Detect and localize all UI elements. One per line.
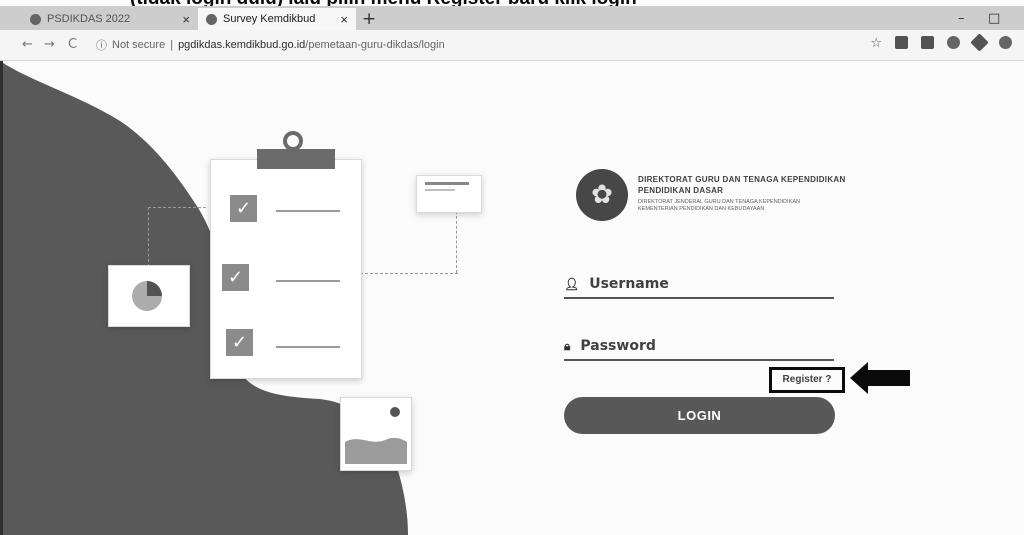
close-tab-icon[interactable]: × — [340, 12, 348, 27]
lock-icon: 🔒︎ — [564, 338, 571, 353]
org-title-line2: PENDIDIKAN DASAR — [638, 186, 724, 195]
connector-line — [456, 211, 457, 273]
password-placeholder: Password — [580, 338, 656, 354]
user-icon: 👤︎ — [564, 277, 580, 291]
url-path: /pemetaan-guru-dikdas/login — [305, 39, 445, 51]
profile-icon[interactable] — [999, 36, 1012, 49]
org-subtitle-line2: KEMENTERIAN PENDIDIKAN DAN KEBUDAYAAN — [638, 206, 765, 212]
tut-wuri-logo: ✿ — [576, 169, 628, 221]
text-line — [276, 337, 340, 348]
favicon-icon — [30, 13, 41, 25]
security-label: Not secure — [112, 39, 166, 51]
reload-button[interactable]: C — [68, 37, 77, 52]
forward-button[interactable]: → — [44, 37, 55, 52]
org-subtitle-line1: DIREKTORAT JENDERAL GURU DAN TENAGA KEPE… — [638, 199, 800, 205]
minimize-icon[interactable]: – — [958, 11, 965, 26]
tab-label: Survey Kemdikbud — [223, 13, 316, 25]
clipboard-ring — [283, 131, 303, 151]
doc-line — [425, 182, 469, 185]
new-tab-button[interactable]: + — [362, 9, 376, 29]
document-card — [416, 175, 482, 213]
login-page: ✓ ✓ ✓ ✿ DIREKTORAT GURU DAN TENAGA KEPEN… — [0, 61, 1024, 535]
bookmark-star-icon[interactable]: ☆ — [870, 36, 882, 51]
connector-line — [360, 273, 458, 274]
password-field[interactable]: 🔒︎ Password — [564, 333, 834, 361]
info-icon[interactable]: ⓘ — [96, 37, 107, 53]
url-host: pgdikdas.kemdikbud.go.id — [178, 39, 306, 51]
text-line — [276, 201, 340, 212]
pie-chart-icon — [132, 281, 162, 311]
save-icon[interactable] — [921, 36, 934, 49]
sync-icon[interactable] — [947, 36, 960, 49]
tab-label: PSDIKDAS 2022 — [47, 13, 131, 25]
register-link[interactable]: Register ? — [769, 367, 845, 393]
clipboard-clip — [257, 149, 335, 169]
picture-icon — [345, 407, 407, 464]
doc-line — [425, 189, 455, 191]
connector-line — [148, 207, 206, 208]
checkbox-icon: ✓ — [230, 195, 257, 222]
username-field[interactable]: 👤︎ Username — [564, 271, 834, 299]
checkbox-icon: ✓ — [226, 329, 253, 356]
tab-survey-kemdikbud[interactable]: Survey Kemdikbud × — [198, 8, 356, 30]
url-field[interactable]: ⓘ Not secure | pgdikdas.kemdikbud.go.id /… — [96, 36, 445, 54]
restore-icon[interactable]: □ — [988, 11, 1000, 26]
org-title-line1: DIREKTORAT GURU DAN TENAGA KEPENDIDIKAN — [638, 175, 846, 184]
favicon-icon — [206, 13, 217, 25]
extensions-icon[interactable] — [970, 33, 989, 52]
back-button[interactable]: ← — [22, 37, 33, 52]
close-tab-icon[interactable]: × — [182, 12, 190, 27]
connector-line — [148, 207, 149, 267]
pie-chart-card — [108, 265, 190, 327]
image-card — [340, 397, 412, 471]
tab-psdikdas[interactable]: PSDIKDAS 2022 × — [22, 8, 198, 30]
printer-icon[interactable] — [895, 36, 908, 49]
browser-tab-strip: PSDIKDAS 2022 × Survey Kemdikbud × + – □ — [0, 6, 1024, 30]
browser-toolbar: ☆ — [870, 33, 1012, 52]
text-line — [276, 271, 340, 282]
address-bar-row: ← → C ⓘ Not secure | pgdikdas.kemdikbud.… — [0, 30, 1024, 61]
url-separator: | — [170, 39, 174, 51]
login-button[interactable]: LOGIN — [564, 397, 835, 434]
username-placeholder: Username — [589, 276, 669, 292]
pointer-arrow-icon — [850, 362, 910, 394]
checkbox-icon: ✓ — [222, 264, 249, 291]
